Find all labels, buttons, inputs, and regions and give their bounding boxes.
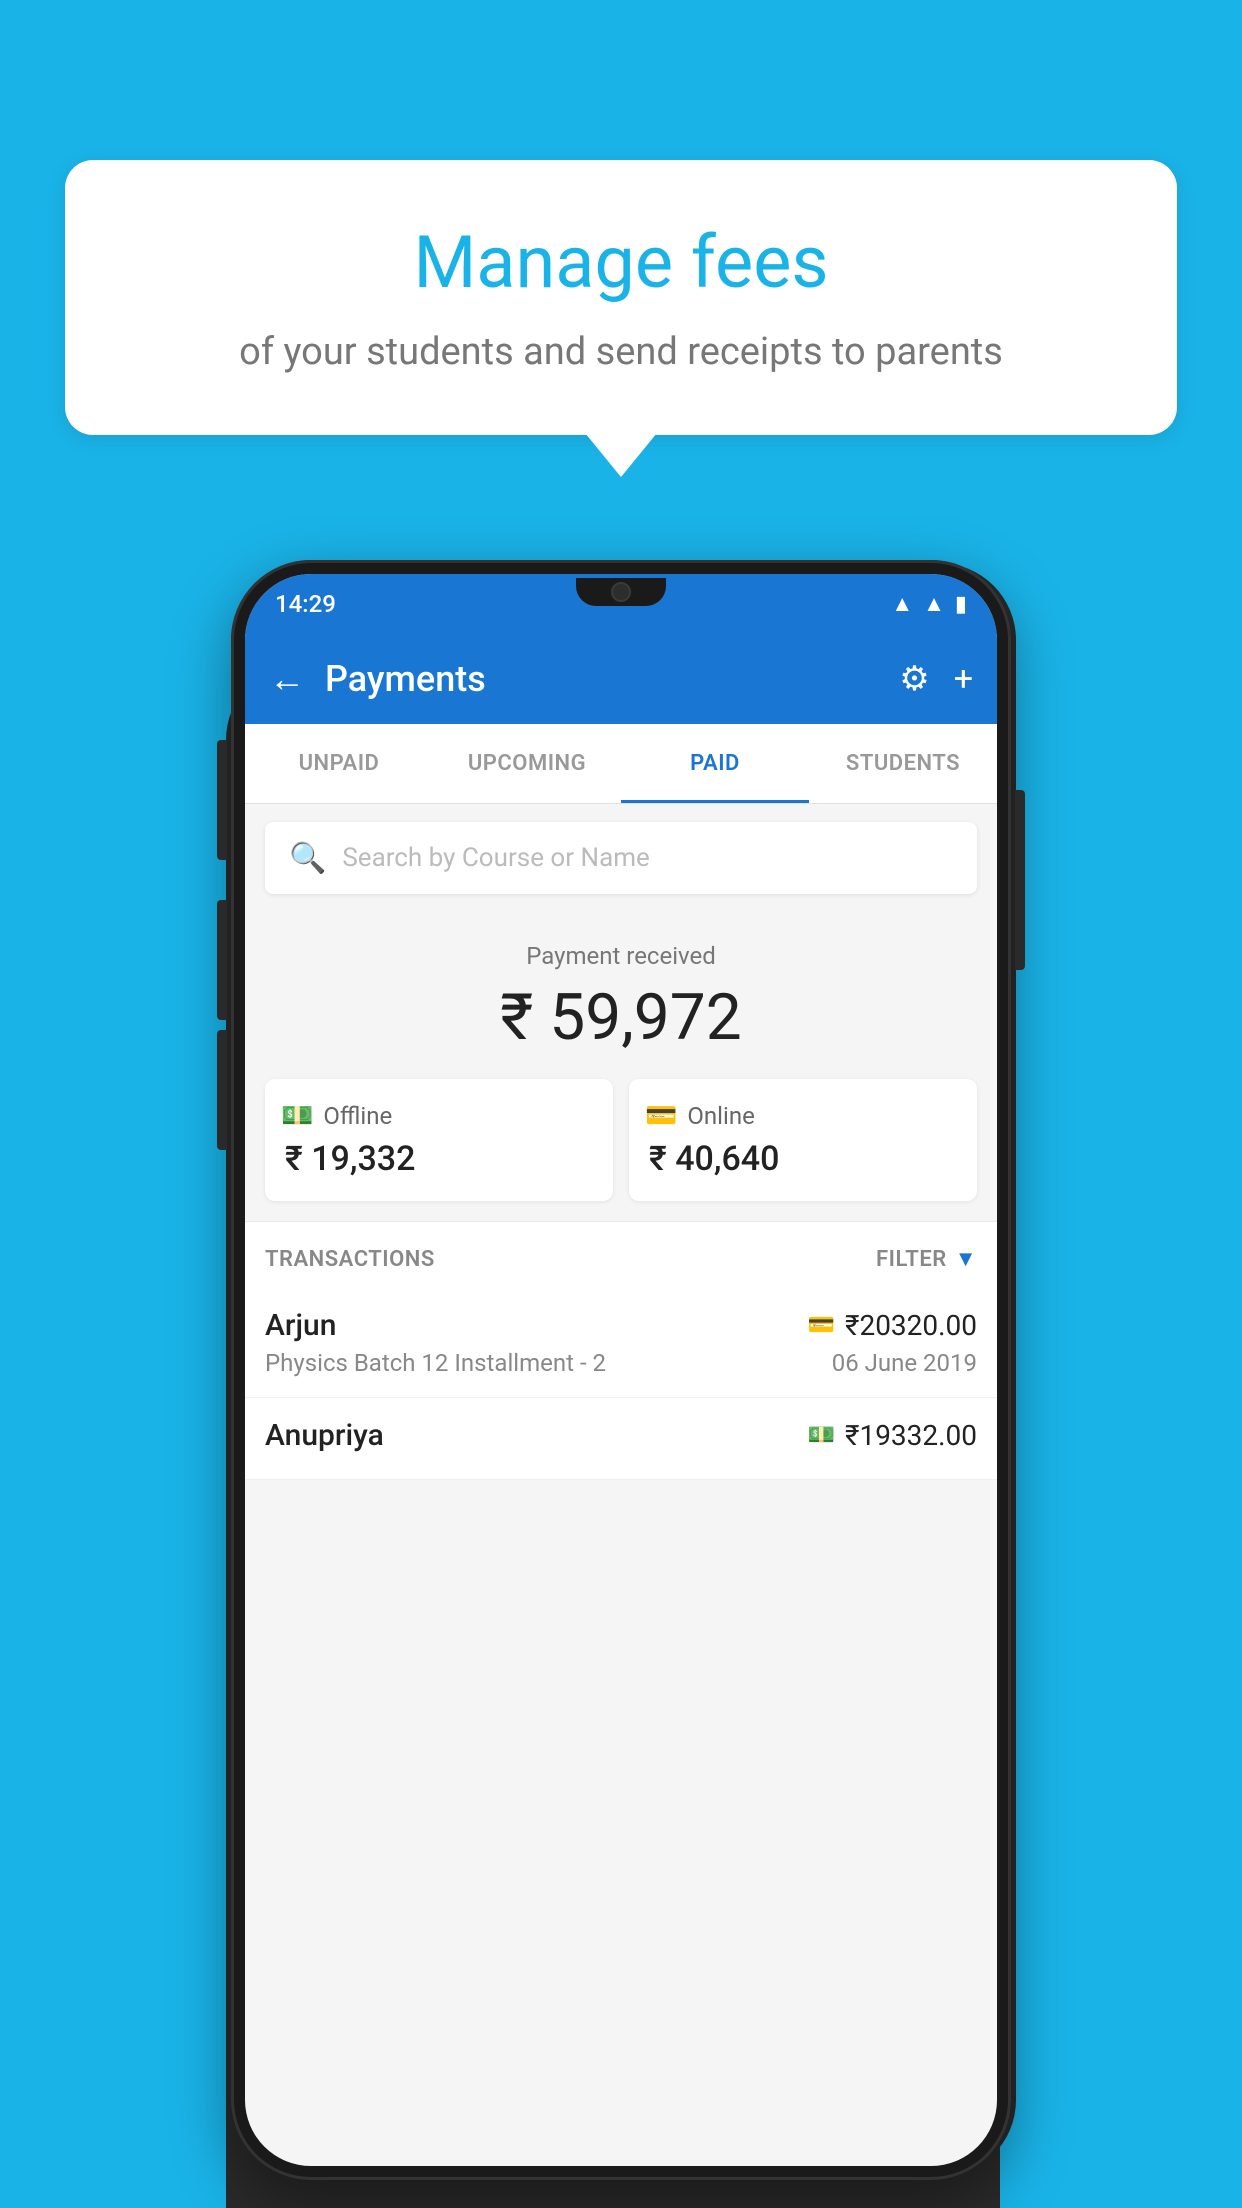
settings-icon[interactable]: ⚙ <box>899 659 929 699</box>
transaction-amount: ₹19332.00 <box>845 1419 977 1452</box>
payment-summary: Payment received ₹ 59,972 💵 Offline ₹ 19… <box>245 912 997 1221</box>
status-icons: ▲ ▲ ▮ <box>891 591 967 617</box>
tab-upcoming[interactable]: UPCOMING <box>433 724 621 803</box>
cash-icon: 💵 <box>281 1101 313 1131</box>
back-button[interactable]: ← <box>269 658 305 700</box>
app-bar: ← Payments ⚙ + <box>245 634 997 724</box>
offline-label: Offline <box>323 1102 392 1130</box>
transaction-name: Anupriya <box>265 1418 384 1453</box>
bubble-title: Manage fees <box>115 220 1127 306</box>
cash-payment-icon: 💵 <box>808 1423 835 1448</box>
online-card: 💳 Online ₹ 40,640 <box>629 1079 977 1201</box>
phone-screen: 14:29 ▲ ▲ ▮ ← Payments ⚙ + UNPAID <box>245 574 997 2166</box>
phone-camera <box>611 582 631 602</box>
add-icon[interactable]: + <box>954 659 973 699</box>
transaction-details: Physics Batch 12 Installment - 2 06 June… <box>265 1349 977 1377</box>
tab-students[interactable]: STUDENTS <box>809 724 997 803</box>
search-input[interactable]: Search by Course or Name <box>342 843 649 873</box>
status-time: 14:29 <box>275 590 336 618</box>
online-amount: ₹ 40,640 <box>645 1139 779 1179</box>
payment-cards: 💵 Offline ₹ 19,332 💳 Online ₹ 40,640 <box>265 1079 977 1201</box>
filter-label: FILTER <box>876 1247 947 1272</box>
wifi-icon: ▲ <box>891 591 913 617</box>
search-bar[interactable]: 🔍 Search by Course or Name <box>265 822 977 894</box>
app-title: Payments <box>325 658 879 700</box>
card-payment-icon: 💳 <box>808 1313 835 1338</box>
transaction-course: Physics Batch 12 Installment - 2 <box>265 1349 606 1377</box>
credit-card-icon: 💳 <box>645 1101 677 1131</box>
payment-total-amount: ₹ 59,972 <box>265 980 977 1055</box>
signal-icon: ▲ <box>923 591 945 617</box>
online-label: Online <box>687 1102 754 1130</box>
transactions-label: TRANSACTIONS <box>265 1247 435 1272</box>
transaction-row[interactable]: Arjun 💳 ₹20320.00 Physics Batch 12 Insta… <box>245 1288 997 1398</box>
transaction-name: Arjun <box>265 1308 336 1343</box>
offline-amount: ₹ 19,332 <box>281 1139 415 1179</box>
speech-bubble: Manage fees of your students and send re… <box>65 160 1177 435</box>
transaction-amount-row: 💵 ₹19332.00 <box>808 1419 977 1452</box>
phone-frame: 14:29 ▲ ▲ ▮ ← Payments ⚙ + UNPAID <box>231 560 1011 2180</box>
transaction-main: Arjun 💳 ₹20320.00 <box>265 1308 977 1343</box>
search-container: 🔍 Search by Course or Name <box>245 804 997 912</box>
transactions-header: TRANSACTIONS FILTER ▼ <box>245 1221 997 1288</box>
filter-icon: ▼ <box>955 1246 977 1272</box>
offline-card: 💵 Offline ₹ 19,332 <box>265 1079 613 1201</box>
online-card-header: 💳 Online <box>645 1101 755 1131</box>
payment-received-label: Payment received <box>265 942 977 970</box>
tabs-bar: UNPAID UPCOMING PAID STUDENTS <box>245 724 997 804</box>
phone-device: 14:29 ▲ ▲ ▮ ← Payments ⚙ + UNPAID <box>231 560 1011 2180</box>
filter-button[interactable]: FILTER ▼ <box>876 1246 977 1272</box>
transaction-amount-row: 💳 ₹20320.00 <box>808 1309 977 1342</box>
transaction-main: Anupriya 💵 ₹19332.00 <box>265 1418 977 1453</box>
bubble-subtitle: of your students and send receipts to pa… <box>115 326 1127 379</box>
offline-card-header: 💵 Offline <box>281 1101 392 1131</box>
tab-unpaid[interactable]: UNPAID <box>245 724 433 803</box>
transaction-date: 06 June 2019 <box>832 1349 977 1377</box>
search-icon: 🔍 <box>289 841 326 876</box>
tab-paid[interactable]: PAID <box>621 724 809 803</box>
transaction-row[interactable]: Anupriya 💵 ₹19332.00 <box>245 1398 997 1480</box>
transaction-amount: ₹20320.00 <box>845 1309 977 1342</box>
app-bar-actions: ⚙ + <box>899 659 973 699</box>
battery-icon: ▮ <box>955 592 967 617</box>
